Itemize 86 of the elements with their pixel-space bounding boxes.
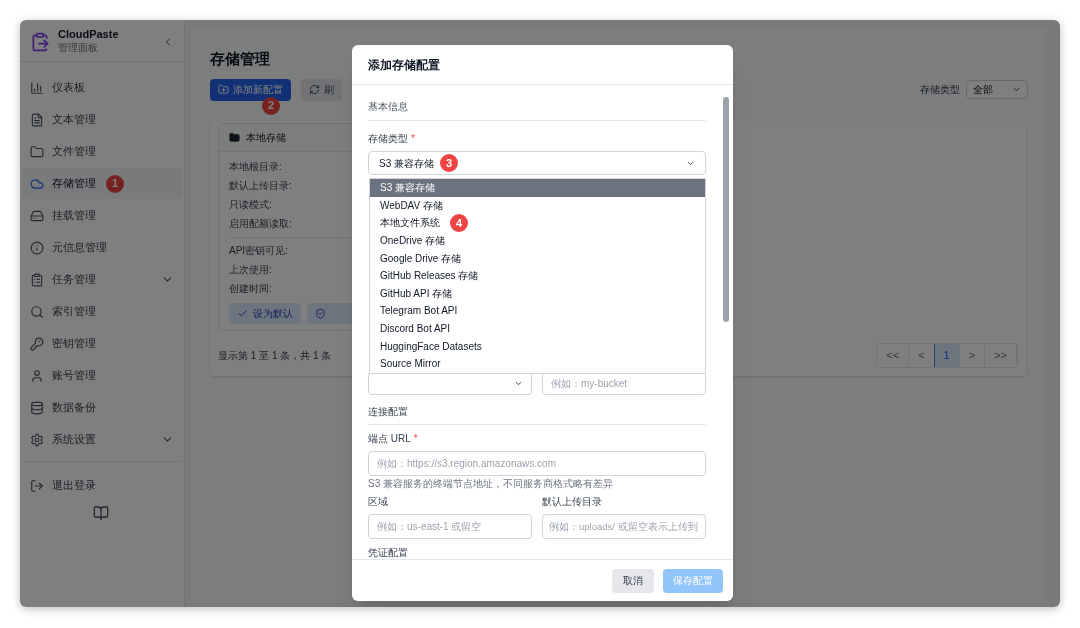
endpoint-hint: S3 兼容服务的终端节点地址，不同服务商格式略有差异 [368,478,613,490]
dropdown-option[interactable]: 本地文件系统 4 [370,214,705,232]
dropdown-option[interactable]: Google Drive 存储 [370,249,705,267]
database-icon [30,400,44,415]
scrollbar[interactable] [723,97,729,322]
sidebar-item[interactable]: 系统设置 [22,424,182,455]
field-label: 创建时间: [229,281,272,296]
dropdown-option[interactable]: GitHub Releases 存储 [370,266,705,285]
sidebar-item[interactable]: 元信息管理 [22,232,182,263]
key-icon [30,336,44,351]
folder-icon [30,144,44,159]
settings-icon [30,432,44,447]
step-number-badge: 4 [450,214,468,232]
required-mark: * [411,132,415,146]
set-default-button[interactable]: 设为默认 [229,302,301,324]
pagination-button[interactable]: > [959,343,986,367]
storage-name: 本地存储 [246,130,286,145]
field-label: 启用配额读取: [229,216,292,231]
storage-type-filter[interactable]: 全部 [966,80,1028,99]
book-icon[interactable] [93,505,109,521]
upload-dir-input[interactable]: 例如：uploads/ 或留空表示上传到 [542,514,706,539]
field-label: API密钥可见: [229,243,288,258]
clipboard-icon [30,272,44,287]
field-label: 端点 URL [368,432,411,446]
section-heading: 凭证配置 [368,545,706,559]
cancel-button[interactable]: 取消 [612,568,654,593]
logout-item[interactable]: 退出登录 [20,470,184,501]
sidebar-item[interactable]: 索引管理 [22,296,182,327]
cloud-icon [30,176,44,191]
add-config-button[interactable]: 添加新配置 [210,78,291,101]
pagination-button[interactable]: 1 [934,343,960,367]
sidebar-item[interactable]: 密钥管理 [22,328,182,359]
step-number-badge: 3 [440,154,458,172]
dropdown-option[interactable]: GitHub API 存储 [370,284,705,303]
document-icon [30,112,44,127]
folder-plus-icon [218,84,229,95]
sidebar-item[interactable]: 仪表板 [22,72,182,103]
field-label: 默认上传目录 [542,495,603,509]
app-subtitle: 管理面板 [58,42,99,55]
check-icon [237,307,248,319]
field-label: 只读模式: [229,197,272,212]
drive-icon [30,208,44,223]
field-label: 区域 [368,495,389,509]
section-heading: 连接配置 [368,404,706,425]
field-label: 上次使用: [229,262,272,277]
region-input[interactable]: 例如：us-east-1 或留空 [368,514,532,539]
field-label: 存储类型 [368,132,408,146]
sidebar-item[interactable]: 账号管理 [22,360,182,391]
endpoint-input[interactable]: 例如：https://s3.region.amazonaws.com [368,451,706,476]
chevron-down-icon [1012,85,1021,94]
bar-chart-icon [30,80,44,95]
refresh-button[interactable]: 刷 [301,78,342,101]
dropdown-option[interactable]: Telegram Bot API [370,302,705,320]
dropdown-option[interactable]: OneDrive 存储 [370,231,705,250]
dropdown-option[interactable]: HuggingFace Datasets [370,337,705,355]
dropdown-option[interactable]: WebDAV 存储 [370,196,705,215]
bucket-input[interactable]: 例如：my-bucket [542,371,706,395]
sidebar-item[interactable]: 存储管理 1 [22,168,182,199]
section-heading: 基本信息 [368,99,706,121]
sidebar-item[interactable]: 文件管理 [22,136,182,167]
filter-label: 存储类型 [920,83,960,97]
user-icon [30,368,44,383]
refresh-icon [309,84,320,95]
storage-type-select[interactable]: S3 兼容存储 3 [368,151,706,175]
logout-icon [30,478,44,493]
dialog-title: 添加存储配置 [368,56,440,74]
field-label: 本地根目录: [229,159,282,174]
sidebar-item[interactable]: 数据备份 [22,392,182,423]
info-icon [30,240,44,255]
sidebar-item[interactable]: 文本管理 [22,104,182,135]
pagination-button[interactable]: << [877,343,910,367]
page-title: 存储管理 [210,49,270,69]
dropdown-option[interactable]: S3 兼容存储 [370,179,705,197]
folder-icon [229,131,240,143]
clipboard-logo-icon [30,30,50,53]
required-mark: * [413,432,418,446]
field-label: 默认上传目录: [229,178,292,193]
sidebar-item[interactable]: 挂载管理 [22,200,182,231]
step-number-badge: 1 [106,174,124,193]
sidebar-item[interactable]: 任务管理 [22,264,182,295]
dropdown-option[interactable]: Discord Bot API [370,319,705,338]
pagination-summary: 显示第 1 至 1 条，共 1 条 [218,348,332,363]
search-icon [30,304,44,319]
app-name: CloudPaste [58,28,119,43]
shield-icon [315,307,326,319]
dropdown-option[interactable]: Source Mirror [370,354,705,373]
